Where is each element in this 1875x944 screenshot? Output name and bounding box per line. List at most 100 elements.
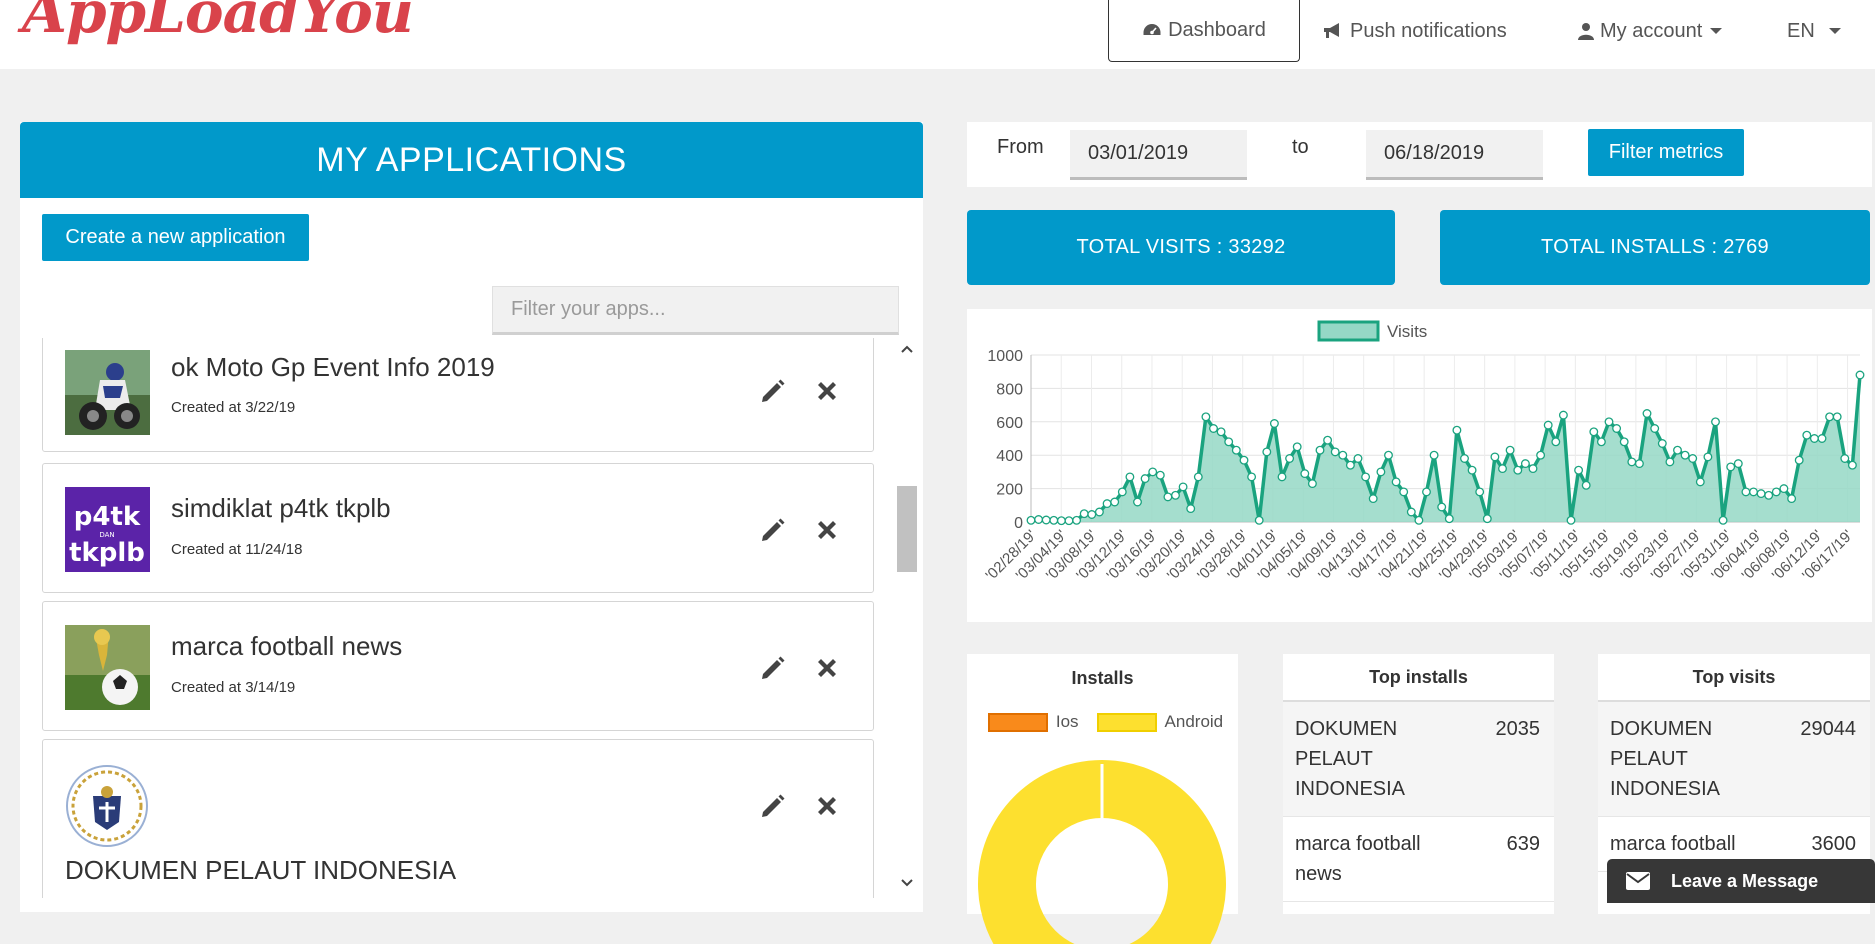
language-selector[interactable]: EN bbox=[1787, 0, 1841, 62]
app-list-scrollbar[interactable] bbox=[893, 338, 921, 897]
applications-panel: MY APPLICATIONS Create a new application… bbox=[20, 122, 923, 912]
chevron-down-icon[interactable] bbox=[897, 874, 917, 892]
data-point bbox=[1437, 502, 1447, 512]
data-point bbox=[1642, 409, 1652, 418]
data-point bbox=[1262, 447, 1272, 457]
data-point bbox=[1323, 435, 1333, 445]
legend-label-android: Android bbox=[1164, 712, 1224, 731]
data-point bbox=[1809, 434, 1819, 443]
table-cell-name: marca football bbox=[1610, 833, 1736, 855]
data-point bbox=[1224, 437, 1234, 447]
data-point bbox=[1612, 424, 1622, 433]
filter-apps-input[interactable] bbox=[492, 286, 899, 335]
data-point bbox=[1847, 460, 1857, 470]
nav-my-account[interactable]: My account bbox=[1578, 0, 1723, 62]
envelope-icon bbox=[1625, 871, 1651, 891]
app-name[interactable]: ok Moto Gp Event Info 2019 bbox=[171, 352, 495, 383]
chevron-up-icon[interactable] bbox=[897, 340, 917, 358]
nav-push-notifications[interactable]: Push notifications bbox=[1322, 0, 1507, 62]
data-point bbox=[1376, 467, 1386, 477]
data-point bbox=[1292, 442, 1302, 452]
data-point bbox=[1673, 445, 1682, 455]
data-point bbox=[1703, 452, 1713, 462]
app-actions bbox=[758, 653, 842, 683]
from-date-input[interactable] bbox=[1070, 130, 1247, 180]
data-point bbox=[1490, 452, 1500, 462]
data-point bbox=[1718, 515, 1728, 525]
app-thumbnail bbox=[65, 764, 150, 849]
data-point bbox=[1140, 474, 1150, 484]
delete-x-icon[interactable] bbox=[812, 515, 842, 545]
app-created-date: Created at 3/22/19 bbox=[171, 399, 296, 416]
data-point bbox=[1330, 447, 1340, 457]
data-point bbox=[1695, 477, 1705, 487]
delete-x-icon[interactable] bbox=[812, 376, 842, 406]
table-cell-value: 639 bbox=[1506, 833, 1540, 855]
data-point bbox=[1558, 410, 1568, 420]
app-name[interactable]: marca football news bbox=[171, 631, 402, 662]
table-cell-name: marca football news bbox=[1295, 833, 1421, 885]
table-row: DOKUMEN PELAUT INDONESIA 29044 bbox=[1598, 702, 1870, 817]
visits-chart-svg: 02004006008001000'02/28/19''03/04/19''03… bbox=[982, 320, 1865, 584]
data-point bbox=[1741, 487, 1751, 497]
nav-dashboard[interactable]: Dashboard bbox=[1108, 0, 1300, 62]
list-item: marca football news Created at 3/14/19 bbox=[42, 601, 874, 731]
data-point bbox=[1209, 424, 1218, 433]
app-name[interactable]: DOKUMEN PELAUT INDONESIA bbox=[65, 855, 456, 886]
data-point bbox=[1627, 457, 1637, 467]
data-point bbox=[1117, 487, 1127, 497]
delete-x-icon[interactable] bbox=[812, 653, 842, 683]
legend-label-ios: Ios bbox=[1055, 712, 1079, 731]
edit-pencil-icon[interactable] bbox=[758, 515, 788, 545]
data-point bbox=[1825, 412, 1835, 422]
data-point bbox=[1277, 472, 1287, 482]
data-point bbox=[1414, 515, 1424, 525]
app-name[interactable]: simdiklat p4tk tkplb bbox=[171, 493, 391, 524]
data-point bbox=[1634, 459, 1644, 469]
delete-x-icon[interactable] bbox=[812, 791, 842, 821]
applications-title: MY APPLICATIONS bbox=[20, 122, 923, 198]
data-point bbox=[1794, 455, 1804, 465]
data-point bbox=[1269, 419, 1279, 428]
data-point bbox=[1802, 430, 1812, 440]
top-installs-panel: Top installs DOKUMEN PELAUT INDONESIA 20… bbox=[1283, 654, 1554, 914]
bullhorn-icon bbox=[1322, 22, 1344, 40]
edit-pencil-icon[interactable] bbox=[758, 791, 788, 821]
data-point bbox=[1726, 462, 1736, 472]
from-label: From bbox=[997, 136, 1044, 158]
brand-logo[interactable]: AppLoadYou bbox=[22, 0, 414, 46]
data-point bbox=[1574, 465, 1584, 475]
y-tick-label: 600 bbox=[996, 415, 1023, 432]
app-thumbnail: p4tk DAN tkplb bbox=[65, 487, 150, 572]
app-created-date: Created at 11/24/18 bbox=[171, 541, 303, 558]
y-tick-label: 0 bbox=[1014, 515, 1023, 532]
table-cell-name: DOKUMEN PELAUT INDONESIA bbox=[1610, 718, 1721, 800]
nav-dashboard-label: Dashboard bbox=[1168, 19, 1266, 41]
data-point bbox=[1520, 459, 1530, 469]
data-point bbox=[1064, 516, 1074, 526]
data-point bbox=[1034, 515, 1044, 524]
data-point bbox=[1749, 487, 1758, 497]
data-point bbox=[1764, 490, 1774, 500]
data-point bbox=[1148, 467, 1158, 477]
data-point bbox=[1087, 510, 1097, 519]
legend-swatch-android[interactable] bbox=[1096, 712, 1157, 732]
data-point bbox=[1756, 489, 1766, 499]
visits-chart: 0 200 400 600 800 1000'02/28/19' '03/04/19' '03… bbox=[967, 309, 1872, 622]
data-point bbox=[1239, 455, 1249, 465]
scrollbar-thumb[interactable] bbox=[897, 486, 917, 572]
data-point bbox=[1505, 445, 1515, 455]
edit-pencil-icon[interactable] bbox=[758, 653, 788, 683]
edit-pencil-icon[interactable] bbox=[758, 376, 788, 406]
data-point bbox=[1338, 450, 1348, 460]
legend-swatch-ios[interactable] bbox=[987, 712, 1048, 732]
leave-message-button[interactable]: Leave a Message bbox=[1607, 859, 1875, 903]
data-point bbox=[1596, 437, 1606, 447]
data-point bbox=[1650, 424, 1660, 433]
filter-metrics-button[interactable]: Filter metrics bbox=[1588, 129, 1744, 176]
data-point bbox=[1345, 460, 1355, 470]
to-date-input[interactable] bbox=[1366, 130, 1543, 180]
data-point bbox=[1422, 487, 1431, 497]
data-point bbox=[1619, 437, 1629, 447]
create-application-button[interactable]: Create a new application bbox=[42, 214, 309, 261]
